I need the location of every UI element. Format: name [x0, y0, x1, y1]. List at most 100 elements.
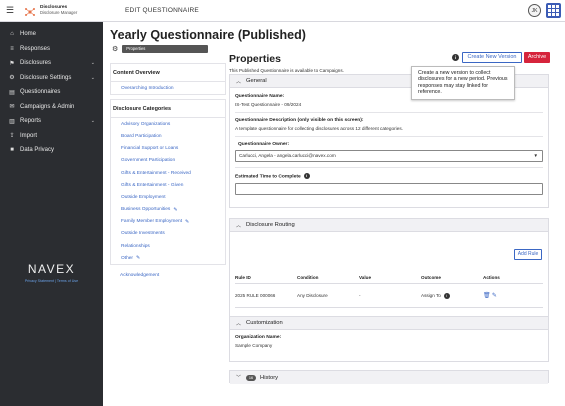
content-overview-title: Content Overview: [111, 64, 225, 82]
category-link[interactable]: Gifts & Entertainment - Received: [111, 167, 225, 179]
page-title: Yearly Questionnaire (Published): [110, 28, 306, 42]
column-header: Actions: [483, 272, 543, 284]
pencil-icon[interactable]: ✎: [136, 255, 140, 261]
category-link[interactable]: Business Opportunities ✎: [111, 204, 225, 216]
sidebar-item-label: Home: [20, 31, 37, 38]
upload-icon: ⇪: [9, 133, 15, 140]
history-card-header[interactable]: ﹀ 16 History: [230, 371, 548, 384]
add-rule-button[interactable]: Add Rule: [514, 249, 542, 260]
outcome-cell: Assign To i: [421, 283, 483, 308]
estimated-time-input[interactable]: [235, 183, 543, 196]
chevron-down-icon[interactable]: ⌄: [91, 75, 95, 81]
properties-heading: Properties: [229, 53, 281, 65]
info-icon[interactable]: i: [443, 292, 450, 299]
category-link[interactable]: Relationships: [111, 240, 225, 252]
name-value: IS-Test Questionnaire - 09/2024: [235, 102, 302, 107]
app-launcher-button[interactable]: [546, 3, 561, 18]
sidebar-item-disclosures[interactable]: ⚑ Disclosures ⌄: [0, 56, 103, 71]
owner-select-value: Carlucci, Angela - angela.carlucci@navex…: [239, 153, 336, 158]
category-link[interactable]: Government Participation: [111, 155, 225, 167]
description-label: Questionnaire Description (only visible …: [235, 118, 364, 123]
column-header: Rule ID: [235, 272, 297, 284]
category-link[interactable]: Gifts & Entertainment - Given: [111, 179, 225, 191]
sidebar-item-campaigns[interactable]: ✉ Campaigns & Admin: [0, 100, 103, 115]
customization-heading: Customization: [246, 320, 283, 326]
create-version-tooltip: Create a new version to collect disclosu…: [411, 66, 515, 100]
content-navigator: Content Overview Overarching Introductio…: [110, 63, 226, 278]
category-link[interactable]: Outside Employment: [111, 191, 225, 203]
routing-card-header[interactable]: ︿ Disclosure Routing: [230, 219, 548, 232]
categories-title: Disclosure Categories: [111, 100, 225, 119]
gear-icon: ⚙: [112, 46, 119, 53]
category-link[interactable]: Other ✎: [111, 252, 225, 264]
customization-card: ︿ Customization Organization Name: Sample…: [229, 316, 549, 362]
info-icon[interactable]: i: [303, 173, 310, 179]
customization-card-header[interactable]: ︿ Customization: [230, 317, 548, 330]
sidebar-item-label: Disclosure Settings: [20, 74, 72, 81]
chevron-up-icon: ︿: [236, 78, 242, 85]
logo-icon: [24, 5, 36, 17]
sidebar-item-label: Disclosures: [20, 60, 52, 67]
routing-table: Rule ID Condition Value Outcome Actions …: [235, 272, 543, 308]
delete-icon[interactable]: 🗑: [483, 293, 491, 299]
org-value: Sample Company: [235, 343, 273, 348]
sidebar-item-reports[interactable]: ▥ Reports ⌄: [0, 114, 103, 129]
owner-label: Questionnaire Owner:: [238, 142, 290, 147]
brand-footer: NAVEX Privacy Statement | Terms of Use: [0, 262, 103, 283]
archive-button[interactable]: Archive: [524, 52, 550, 63]
history-count-badge: 16: [246, 374, 257, 381]
main-content: Yearly Questionnaire (Published) ⚙ Prope…: [103, 22, 565, 406]
chevron-up-icon: ︿: [236, 320, 242, 327]
org-label: Organization Name:: [235, 335, 282, 340]
legal-links[interactable]: Privacy Statement | Terms of Use: [0, 279, 103, 283]
history-card: ﹀ 16 History: [229, 370, 549, 384]
flag-icon: ⚑: [9, 60, 15, 67]
sidebar-item-questionnaires[interactable]: ▤ Questionnaires: [0, 85, 103, 100]
condition-cell: Any Disclosure: [297, 283, 359, 308]
actions-cell: 🗑 ✎: [483, 283, 543, 308]
published-note: This Published Questionnaire is availabl…: [229, 68, 344, 73]
content-overview-box: Content Overview Overarching Introductio…: [110, 63, 226, 96]
create-new-version-button[interactable]: Create New Version: [462, 52, 522, 63]
sidebar-item-label: Responses: [20, 45, 51, 52]
app-subtitle: Disclosure Manager: [40, 10, 78, 16]
pencil-icon[interactable]: ✎: [185, 219, 189, 225]
sidebar-item-label: Import: [20, 132, 38, 139]
info-icon[interactable]: i: [452, 54, 459, 61]
properties-chip[interactable]: ⚙ Properties: [112, 45, 209, 53]
sidebar-item-label: Questionnaires: [20, 89, 61, 96]
menu-icon[interactable]: ☰: [6, 5, 20, 16]
category-link[interactable]: Advisory Organizations: [111, 118, 225, 130]
owner-select[interactable]: Carlucci, Angela - angela.carlucci@navex…: [235, 150, 543, 162]
column-header: Outcome: [421, 272, 483, 284]
disclosure-categories-box: Disclosure Categories Advisory Organizat…: [110, 99, 226, 266]
app-logo[interactable]: Disclosures Disclosure Manager: [24, 5, 119, 17]
sidebar-item-import[interactable]: ⇪ Import: [0, 129, 103, 144]
sidebar-item-label: Reports: [20, 118, 42, 125]
overarching-introduction-link[interactable]: Overarching Introduction: [111, 82, 225, 94]
chevron-down-icon: ﹀: [236, 375, 242, 381]
chart-icon: ▥: [9, 118, 15, 125]
sidebar-item-disclosure-settings[interactable]: ⚙ Disclosure Settings ⌄: [0, 71, 103, 86]
category-link[interactable]: Board Participation: [111, 130, 225, 142]
category-link[interactable]: Outside Investments: [111, 228, 225, 240]
home-icon: ⌂: [10, 31, 14, 38]
acknowledgement-link[interactable]: Acknowledgement: [110, 265, 226, 278]
pencil-icon[interactable]: ✎: [492, 293, 497, 299]
user-avatar[interactable]: JK: [528, 4, 541, 17]
category-link[interactable]: Financial Support or Loans: [111, 143, 225, 155]
general-heading: General: [246, 78, 267, 84]
sidebar-item-home[interactable]: ⌂ Home: [0, 27, 103, 42]
sidebar-item-responses[interactable]: ≡ Responses: [0, 42, 103, 57]
sidebar-item-data-privacy[interactable]: ■ Data Privacy: [0, 143, 103, 158]
caret-down-icon: ▼: [533, 153, 538, 158]
gear-icon: ⚙: [9, 75, 15, 82]
description-value: A template questionnaire for collecting …: [235, 126, 403, 131]
disclosure-routing-card: ︿ Disclosure Routing Add Rule Rule ID Con…: [229, 218, 549, 325]
pencil-icon[interactable]: ✎: [173, 207, 177, 213]
value-cell: -: [359, 283, 421, 308]
chevron-down-icon[interactable]: ⌄: [91, 118, 95, 124]
chevron-down-icon[interactable]: ⌄: [91, 60, 95, 66]
time-label: Estimated Time to Complete i: [235, 173, 543, 179]
category-link[interactable]: Family Member Employment ✎: [111, 216, 225, 228]
